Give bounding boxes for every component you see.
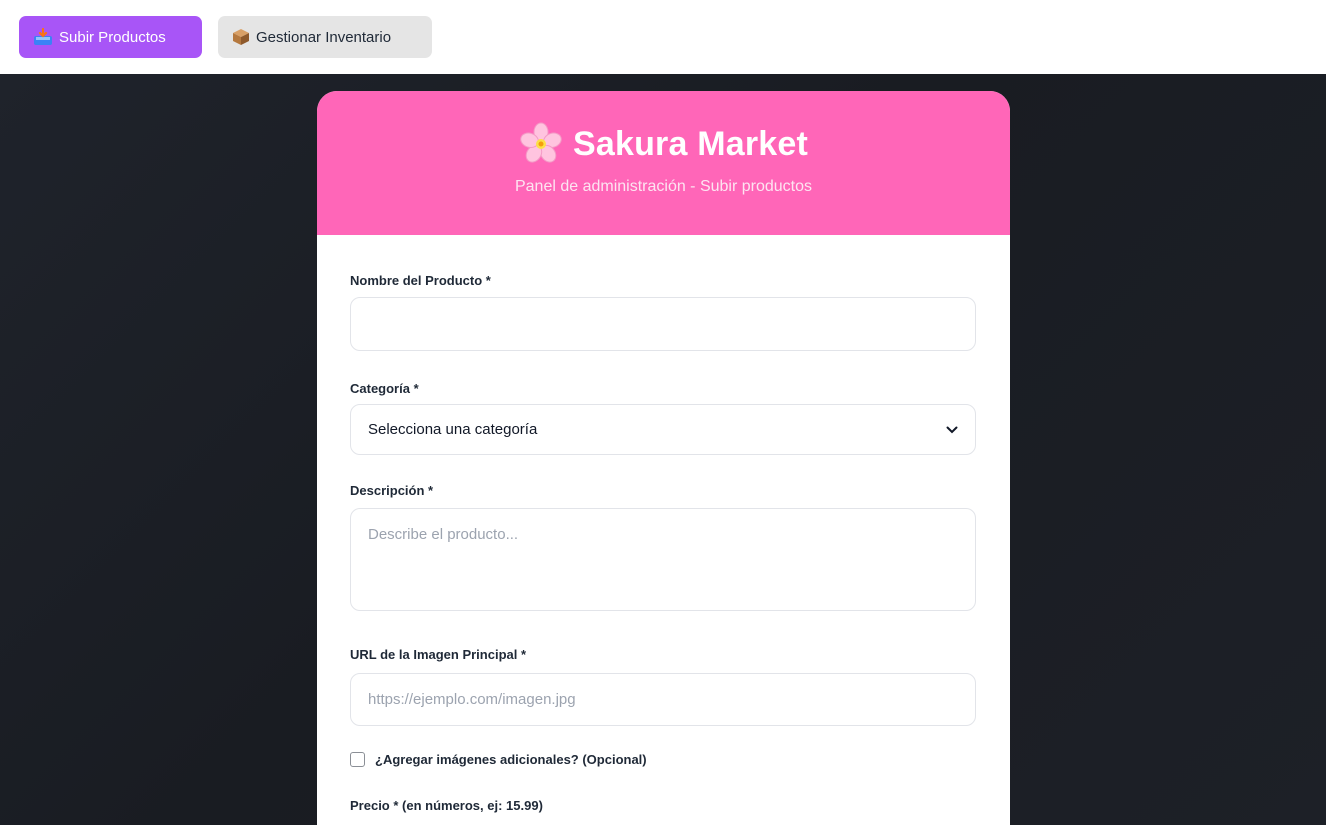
category-selected-value: Selecciona una categoría [368, 421, 538, 438]
description-label: Descripción * [350, 483, 434, 498]
manage-inventory-button[interactable]: Gestionar Inventario [218, 16, 432, 58]
extra-images-label: ¿Agregar imágenes adicionales? (Opcional… [375, 752, 647, 767]
description-textarea[interactable]: Describe el producto... [350, 508, 976, 611]
product-name-label: Nombre del Producto * [350, 273, 491, 288]
upload-products-button[interactable]: Subir Productos [19, 16, 202, 58]
header-subtitle: Panel de administración - Subir producto… [514, 178, 813, 195]
image-url-input[interactable]: https://ejemplo.com/imagen.jpg [350, 673, 976, 726]
extra-images-checkbox[interactable] [350, 752, 365, 767]
manage-inventory-label: Gestionar Inventario [256, 28, 392, 46]
upload-form-card: Sakura Market Panel de administración - … [317, 91, 1010, 825]
product-name-input[interactable] [350, 297, 976, 351]
card-header: Sakura Market Panel de administración - … [317, 91, 1010, 235]
inbox-tray-icon [34, 28, 52, 45]
description-placeholder: Describe el producto... [368, 526, 519, 543]
top-navigation: Subir Productos Gestionar Inventario [0, 0, 1326, 74]
brand: Sakura Market [317, 119, 1010, 169]
extra-images-option[interactable]: ¿Agregar imágenes adicionales? (Opcional… [350, 752, 647, 767]
package-icon [233, 29, 249, 45]
page-background: Sakura Market Panel de administración - … [0, 74, 1326, 825]
category-label: Categoría * [350, 381, 419, 396]
brand-title: Sakura Market [572, 124, 809, 163]
upload-products-label: Subir Productos [59, 28, 166, 46]
category-select[interactable]: Selecciona una categoría [350, 404, 976, 455]
price-label: Precio * (en números, ej: 15.99) [350, 798, 543, 813]
cherry-blossom-icon [520, 122, 562, 163]
image-url-label: URL de la Imagen Principal * [350, 647, 527, 662]
image-url-placeholder: https://ejemplo.com/imagen.jpg [368, 691, 576, 708]
chevron-down-icon [946, 426, 958, 433]
